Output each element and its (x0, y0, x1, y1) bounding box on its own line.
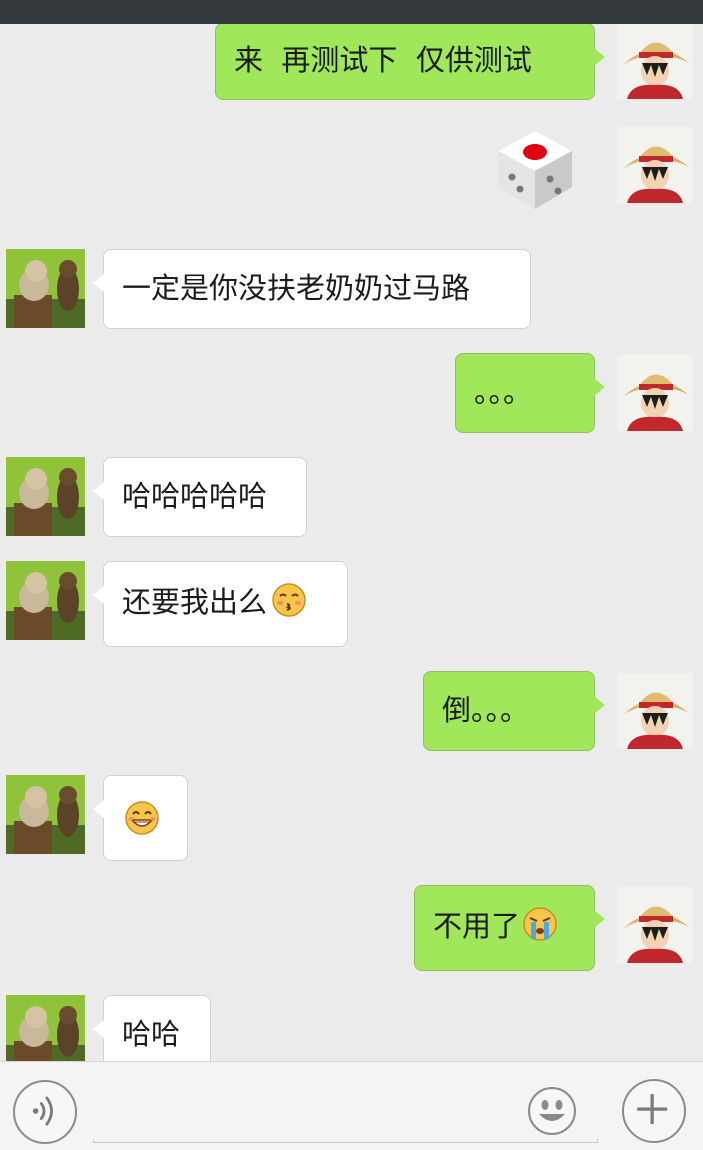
contact-avatar[interactable] (6, 457, 85, 536)
message-text: 哈哈 (122, 1017, 181, 1051)
message-text: 倒。。。 (442, 693, 530, 727)
message-text: 一定是你没扶老奶奶过马路 (122, 271, 471, 305)
kissing-face-icon (271, 582, 307, 626)
emoji-icon (528, 1087, 576, 1135)
my-message-bubble[interactable]: 倒。。。 (423, 671, 605, 751)
input-underline (93, 1139, 598, 1143)
dice-sticker[interactable] (492, 127, 578, 213)
my-message-bubble[interactable]: 。。。 (455, 353, 605, 433)
contact-avatar[interactable] (6, 249, 85, 328)
contact-avatar[interactable] (6, 561, 85, 640)
my-avatar[interactable] (617, 887, 693, 963)
top-bar (0, 0, 703, 24)
message-text: 哈哈哈哈哈 (122, 479, 268, 513)
my-avatar[interactable] (617, 673, 693, 749)
message-text: 还要我出么 (122, 585, 268, 619)
message-list[interactable]: 来 再测试下 仅供测试 一定是你没扶老奶奶过马路 。。。 哈哈哈哈哈 还要我出么… (0, 24, 703, 1061)
more-button[interactable] (622, 1079, 686, 1143)
grinning-face-icon (124, 800, 160, 844)
my-message-bubble[interactable]: 来 再测试下 仅供测试 (215, 24, 605, 100)
my-avatar[interactable] (617, 127, 693, 203)
my-avatar[interactable] (617, 355, 693, 431)
contact-message-bubble[interactable]: 哈哈 (93, 995, 211, 1061)
crying-face-icon (522, 906, 558, 950)
contact-message-bubble[interactable]: 一定是你没扶老奶奶过马路 (93, 249, 531, 329)
voice-button[interactable] (13, 1080, 77, 1144)
my-avatar[interactable] (617, 24, 693, 99)
voice-icon (32, 1096, 53, 1126)
contact-message-bubble[interactable]: 还要我出么 (93, 561, 348, 647)
contact-avatar[interactable] (6, 995, 85, 1061)
plus-icon (637, 1094, 668, 1125)
contact-message-bubble[interactable]: 哈哈哈哈哈 (93, 457, 307, 537)
message-text: 。。。 (474, 375, 533, 409)
message-input[interactable] (95, 1080, 519, 1138)
emoji-button[interactable] (527, 1086, 577, 1136)
my-message-bubble[interactable]: 不用了 (414, 885, 605, 971)
message-text: 来 再测试下 仅供测试 (234, 43, 532, 77)
contact-message-bubble[interactable] (93, 775, 188, 861)
chat-screen: 来 再测试下 仅供测试 一定是你没扶老奶奶过马路 。。。 哈哈哈哈哈 还要我出么… (0, 0, 703, 1150)
contact-avatar[interactable] (6, 775, 85, 854)
message-text: 不用了 (433, 909, 521, 943)
